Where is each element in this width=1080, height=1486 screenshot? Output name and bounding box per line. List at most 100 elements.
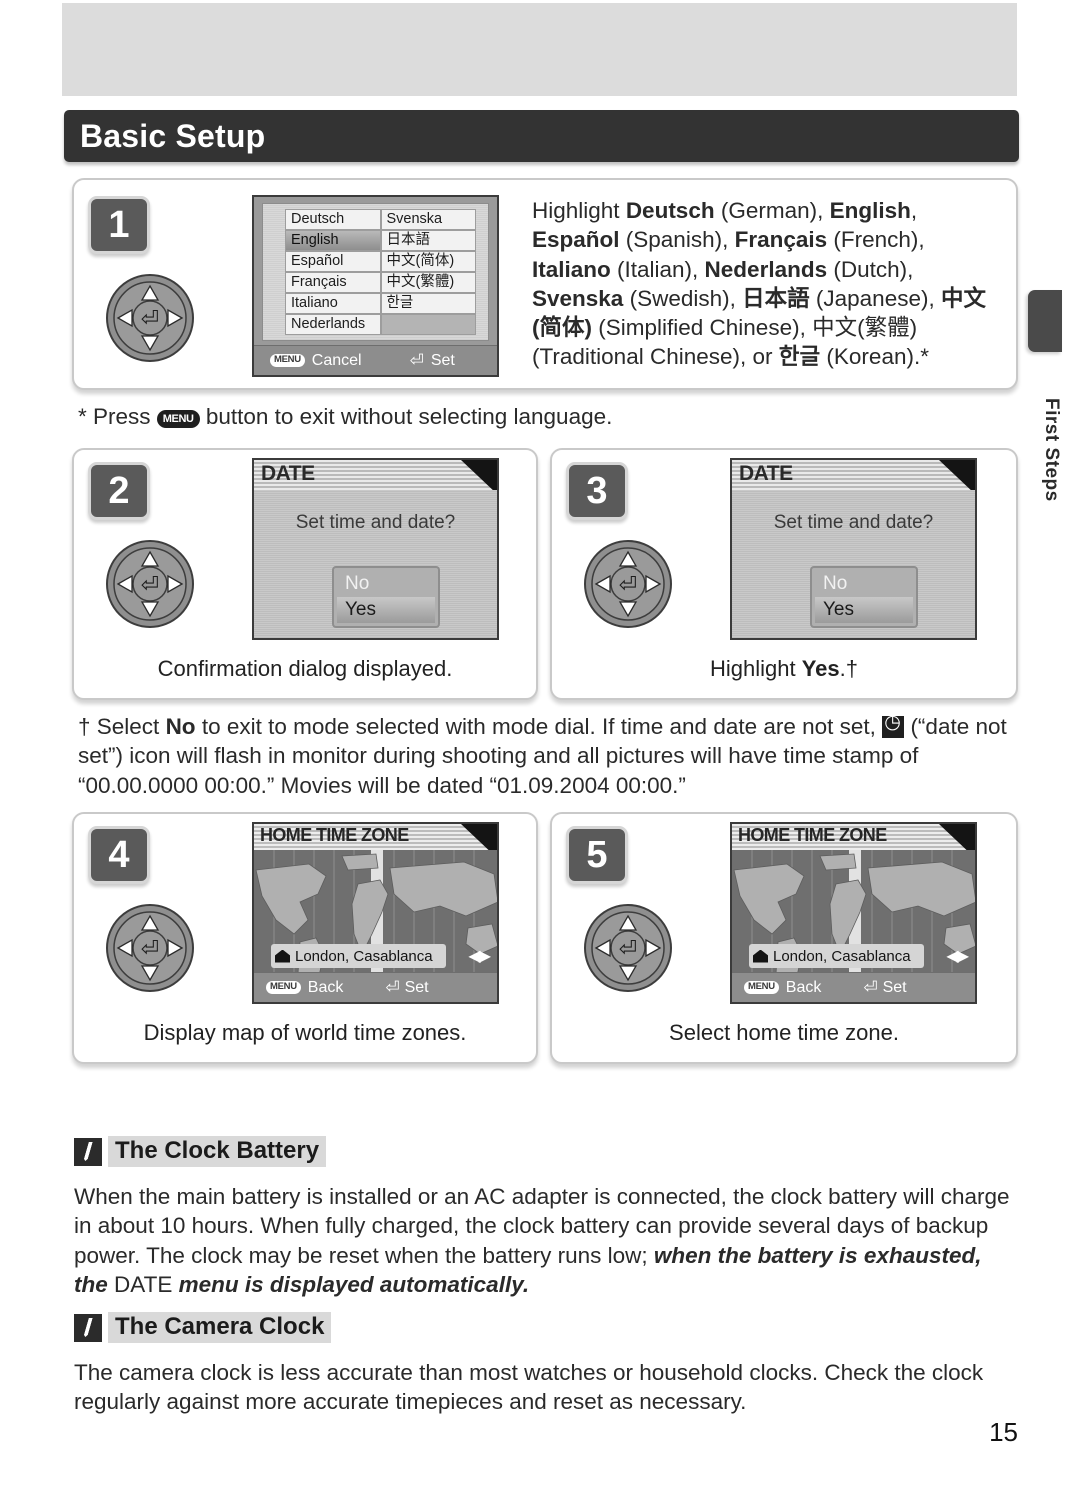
multi-selector-1[interactable]: ⏎ [104,272,196,364]
home-time-zone-screen-5: HOME TIME ZONE London, Casablanca ◀▶ MEN… [730,822,977,1004]
page-number: 15 [989,1417,1018,1447]
language-option[interactable]: 中文(繁體) [380,272,476,293]
manual-page: Basic Setup First Steps 1 ⏎ Deutsch Sven… [0,0,1080,1486]
page-title-bar: Basic Setup [64,110,1019,162]
home-icon [753,949,768,963]
note-heading-clock-battery: The Clock Battery [74,1136,327,1167]
left-right-arrows-icon[interactable]: ◀▶ [468,946,491,966]
header-band [62,3,1017,96]
menu-button-icon[interactable]: MENU [270,354,305,367]
language-option[interactable]: Español [285,251,381,272]
language-option[interactable]: Svenska [380,209,476,230]
language-option-selected[interactable]: English [285,230,381,251]
step-1-instruction: Highlight Deutsch (German), English, Esp… [532,198,986,370]
tz-screen-title: HOME TIME ZONE [738,825,887,845]
step-3-caption: Highlight Yes.† [709,656,858,681]
svg-text:⏎: ⏎ [141,307,159,332]
note-title: The Clock Battery [108,1136,327,1167]
note-heading-camera-clock: The Camera Clock [74,1312,332,1343]
step-panel-3: 3 ⏎ DATE Set time and date? No Yes Highl… [550,448,1018,700]
option-yes-selected[interactable]: Yes [337,597,435,623]
note-body-clock-battery: When the main battery is installed or an… [74,1184,1010,1297]
time-zone-city: London, Casablanca [773,947,911,965]
step-number-3: 3 [566,462,628,520]
svg-text:⏎: ⏎ [141,573,159,598]
step-2-caption: Confirmation dialog displayed. [157,656,453,681]
selected-time-zone[interactable]: London, Casablanca [749,944,924,968]
date-screen-title: DATE [261,462,315,485]
section-tab-label: First Steps [1041,398,1062,502]
footnote-dagger: † Select No to exit to mode selected wit… [78,712,1018,800]
footnote-asterisk: * Press MENU button to exit without sele… [78,404,613,429]
step-number-1: 1 [88,196,150,254]
date-question: Set time and date? [773,512,934,533]
date-screen-title-bar: DATE [732,460,975,490]
language-option[interactable]: Nederlands [285,314,381,335]
option-yes-selected[interactable]: Yes [815,597,913,623]
home-icon [275,949,290,963]
language-option[interactable]: 日本語 [380,230,476,251]
svg-text:⏎: ⏎ [141,937,159,962]
multi-selector-5[interactable]: ⏎ [582,902,674,994]
option-no[interactable]: No [337,571,435,597]
language-select-screen: Deutsch Svenska English 日本語 Español 中文(简… [252,195,499,377]
date-screen-title: DATE [739,462,793,485]
language-screen-softkeys: MENU Cancel ⏎ Set [254,345,497,375]
selected-time-zone[interactable]: London, Casablanca [271,944,446,968]
step-4-caption: Display map of world time zones. [143,1020,467,1045]
set-label[interactable]: Set [883,979,907,997]
language-option-empty [380,314,476,335]
menu-button-icon[interactable]: MENU [266,981,301,994]
language-option[interactable]: 한글 [380,293,476,314]
svg-text:⏎: ⏎ [619,573,637,598]
pencil-icon [74,1313,102,1342]
language-list: Deutsch Svenska English 日本語 Español 中文(简… [262,203,489,341]
step-panel-1: 1 ⏎ Deutsch Svenska English 日本語 Español … [72,178,1018,390]
note-title: The Camera Clock [108,1312,332,1343]
home-time-zone-screen-4: HOME TIME ZONE London, Casablanca ◀▶ MEN… [252,822,499,1004]
step-number-5: 5 [566,826,628,884]
language-option[interactable]: Deutsch [285,209,381,230]
step-number-2: 2 [88,462,150,520]
tz-screen-softkeys: MENU Back ⏎ Set [254,972,497,1002]
section-tab [1028,290,1062,352]
set-label[interactable]: Set [405,979,429,997]
back-label[interactable]: Back [786,979,822,997]
back-label[interactable]: Back [308,979,344,997]
option-no[interactable]: No [815,571,913,597]
step-number-4: 4 [88,826,150,884]
date-question: Set time and date? [295,512,456,533]
note-body-camera-clock: The camera clock is less accurate than m… [74,1360,984,1415]
step-panel-2: 2 ⏎ DATE Set time and date? No Yes Confi… [72,448,538,700]
set-label[interactable]: Set [431,352,455,370]
yes-no-list: No Yes [810,566,918,628]
time-zone-city: London, Casablanca [295,947,433,965]
left-right-arrows-icon[interactable]: ◀▶ [946,946,969,966]
yes-no-list: No Yes [332,566,440,628]
date-screen-title-bar: DATE [254,460,497,490]
svg-text:⏎: ⏎ [619,937,637,962]
date-confirm-screen-3: DATE Set time and date? No Yes [730,458,977,640]
page-title: Basic Setup [80,117,266,154]
date-screen-body: Set time and date? No Yes [732,490,975,638]
language-option[interactable]: 中文(简体) [380,251,476,272]
enter-icon: ⏎ [863,977,878,997]
tz-screen-title-bar: HOME TIME ZONE [254,824,497,850]
language-option[interactable]: Italiano [285,293,381,314]
tz-screen-title-bar: HOME TIME ZONE [732,824,975,850]
multi-selector-2[interactable]: ⏎ [104,538,196,630]
cancel-label[interactable]: Cancel [312,352,362,370]
date-confirm-screen-2: DATE Set time and date? No Yes [252,458,499,640]
step-panel-5: 5 ⏎ HOME TIME ZONE London, Casablanca ◀▶… [550,812,1018,1064]
multi-selector-3[interactable]: ⏎ [582,538,674,630]
tz-screen-title: HOME TIME ZONE [260,825,409,845]
enter-icon: ⏎ [409,350,424,370]
language-option[interactable]: Français [285,272,381,293]
enter-icon: ⏎ [385,977,400,997]
language-grid: Deutsch Svenska English 日本語 Español 中文(简… [285,209,476,335]
multi-selector-4[interactable]: ⏎ [104,902,196,994]
menu-button-icon[interactable]: MENU [744,981,779,994]
date-screen-body: Set time and date? No Yes [254,490,497,638]
step-5-caption: Select home time zone. [669,1020,899,1045]
step-panel-4: 4 ⏎ HOME TIME ZONE London, Casablanca ◀▶… [72,812,538,1064]
